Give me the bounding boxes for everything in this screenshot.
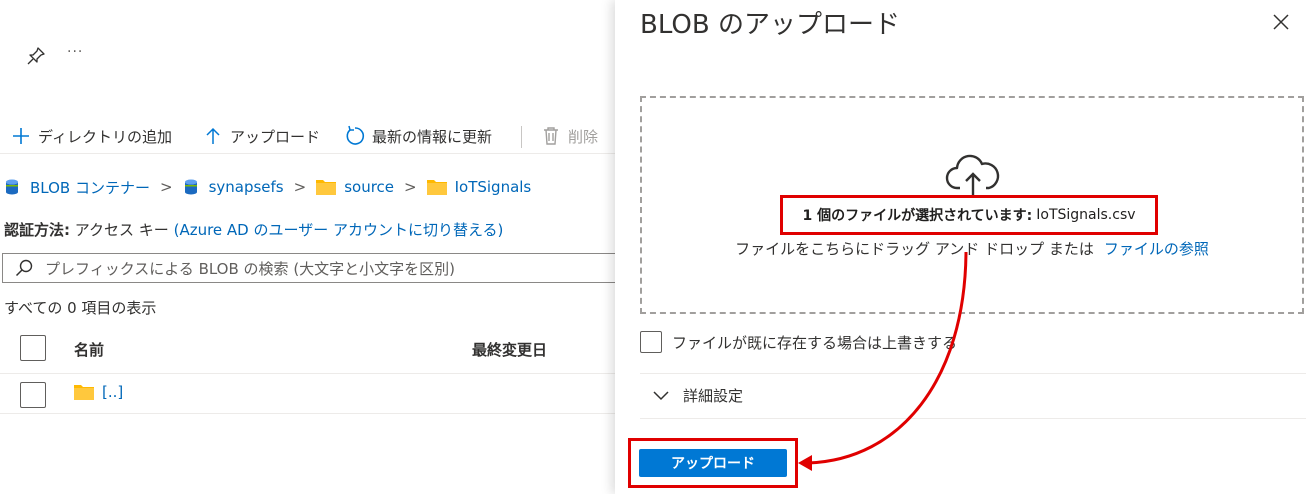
- search-placeholder: プレフィックスによる BLOB の検索 (大文字と小文字を区別): [45, 259, 456, 278]
- upload-toolbar-label: アップロード: [230, 127, 321, 146]
- toolbar-divider: [521, 126, 522, 148]
- storage-icon: [4, 178, 22, 196]
- advanced-settings-toggle[interactable]: 詳細設定: [653, 385, 743, 406]
- auth-method: 認証方法: アクセス キー (Azure AD のユーザー アカウントに切り替え…: [4, 219, 503, 240]
- upload-button[interactable]: アップロード: [639, 449, 787, 477]
- folder-icon: [74, 383, 94, 401]
- breadcrumb-item-iotsignals[interactable]: IoTSignals: [426, 178, 531, 196]
- breadcrumb-separator: >: [293, 178, 307, 196]
- selected-file-info: 1 個のファイルが選択されています: IoTSignals.csv: [780, 195, 1158, 235]
- file-drop-zone[interactable]: 1 個のファイルが選択されています: IoTSignals.csv ファイルをこ…: [640, 96, 1304, 314]
- command-bar: ディレクトリの追加 アップロード 最新の情報に更新 削除: [0, 118, 615, 154]
- folder-icon: [316, 178, 337, 196]
- breadcrumb: BLOB コンテナー > synapsefs > source > IoTSig…: [4, 176, 531, 198]
- auth-method-label: 認証方法:: [4, 221, 70, 239]
- selected-file-prefix: 1 個のファイルが選択されています:: [802, 208, 1033, 224]
- add-icon: [10, 125, 32, 147]
- overwrite-checkbox[interactable]: [640, 331, 662, 353]
- cloud-upload-icon: [945, 154, 1001, 196]
- blob-search-input[interactable]: プレフィックスによる BLOB の検索 (大文字と小文字を区別): [2, 253, 615, 283]
- drop-hint-text: ファイルをこちらにドラッグ アンド ドロップ または: [735, 240, 1094, 258]
- divider: [640, 418, 1306, 419]
- storage-icon: [183, 178, 201, 196]
- delete-icon: [540, 125, 562, 147]
- breadcrumb-item-synapsefs[interactable]: synapsefs: [183, 178, 284, 196]
- item-count: すべての 0 項目の表示: [4, 299, 157, 317]
- breadcrumb-separator: >: [404, 178, 417, 196]
- refresh-button[interactable]: 最新の情報に更新: [344, 124, 492, 148]
- table-row[interactable]: [..]: [0, 374, 615, 414]
- row-name-link[interactable]: [..]: [74, 383, 123, 401]
- panel-title: BLOB のアップロード: [640, 10, 900, 40]
- switch-to-azure-ad-link[interactable]: (Azure AD のユーザー アカウントに切り替える): [174, 221, 504, 239]
- divider: [640, 373, 1306, 374]
- delete-label: 削除: [568, 127, 599, 146]
- auth-method-value: アクセス キー: [74, 221, 169, 239]
- breadcrumb-item-source[interactable]: source: [316, 178, 394, 196]
- container-browser: ··· ディレクトリの追加 アップロード 最新の情報に更新 削除 BLOB コン…: [0, 0, 615, 494]
- more-options-icon[interactable]: ···: [67, 44, 83, 60]
- overwrite-option[interactable]: ファイルが既に存在する場合は上書きする: [640, 331, 957, 353]
- add-directory-label: ディレクトリの追加: [38, 127, 172, 146]
- select-all-checkbox[interactable]: [20, 335, 46, 361]
- selected-file-name: IoTSignals.csv: [1036, 207, 1136, 223]
- add-directory-button[interactable]: ディレクトリの追加: [10, 124, 172, 148]
- refresh-icon: [344, 125, 366, 147]
- column-header-last-modified[interactable]: 最終変更日: [472, 339, 547, 360]
- browse-files-link[interactable]: ファイルの参照: [1104, 240, 1209, 258]
- chevron-down-icon: [653, 388, 669, 404]
- delete-button[interactable]: 削除: [540, 124, 598, 148]
- column-header-name[interactable]: 名前: [74, 339, 104, 360]
- upload-toolbar-button[interactable]: アップロード: [202, 124, 320, 148]
- drop-hint: ファイルをこちらにドラッグ アンド ドロップ または ファイルの参照: [642, 238, 1302, 259]
- table-header: 名前 最終変更日: [0, 330, 615, 374]
- row-checkbox[interactable]: [20, 382, 46, 408]
- folder-icon: [426, 178, 447, 196]
- pin-icon[interactable]: [26, 46, 46, 66]
- close-icon[interactable]: [1271, 12, 1291, 32]
- refresh-label: 最新の情報に更新: [372, 127, 493, 146]
- advanced-settings-label: 詳細設定: [683, 387, 744, 405]
- search-icon: [15, 259, 33, 277]
- upload-button-highlight: アップロード: [628, 438, 798, 488]
- breadcrumb-separator: >: [159, 178, 173, 196]
- upload-icon: [202, 125, 224, 147]
- overwrite-label: ファイルが既に存在する場合は上書きする: [672, 333, 958, 352]
- upload-blob-panel: BLOB のアップロード 1 個のファイルが選択されています: IoTSigna…: [615, 0, 1306, 494]
- breadcrumb-item-blob-containers[interactable]: BLOB コンテナー: [4, 177, 150, 198]
